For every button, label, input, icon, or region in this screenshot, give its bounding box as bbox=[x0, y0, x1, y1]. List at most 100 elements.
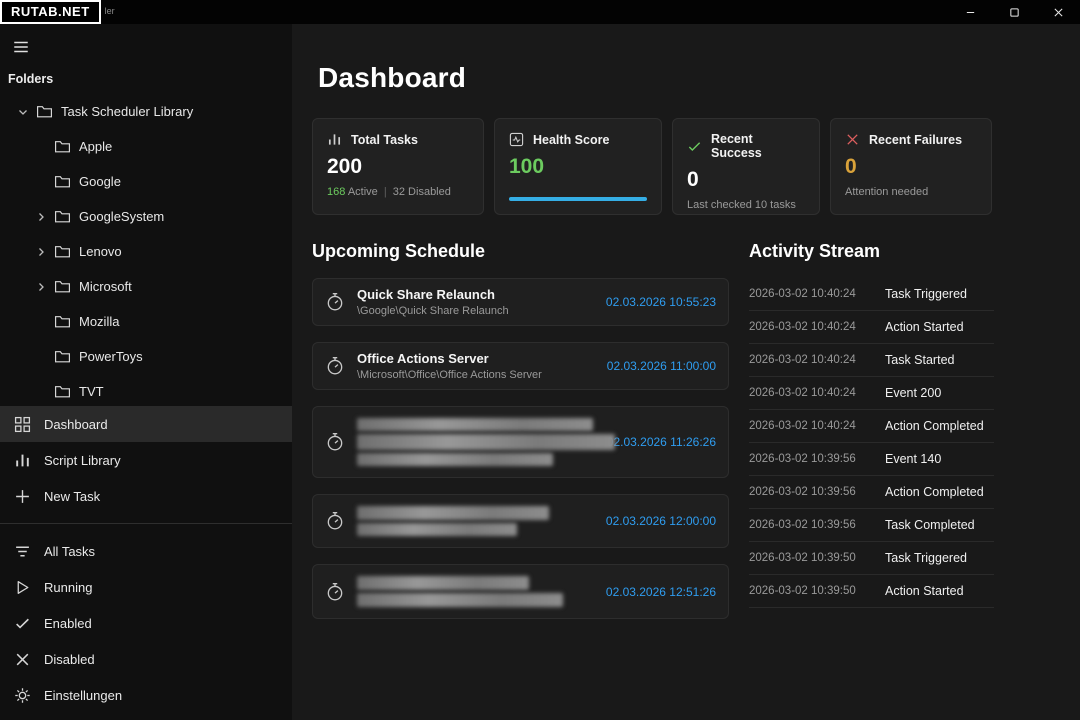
maximize-button[interactable] bbox=[992, 0, 1036, 24]
stat-card-total-tasks[interactable]: Total Tasks 200 168 Active | 32 Disabled bbox=[312, 118, 484, 215]
stat-value: 100 bbox=[509, 155, 647, 179]
sidebar-item-new-task[interactable]: New Task bbox=[0, 478, 292, 514]
tree-item-label: Lenovo bbox=[79, 244, 122, 259]
window-controls bbox=[948, 0, 1080, 24]
schedule-item-redacted[interactable]: 02.03.2026 11:26:26 bbox=[312, 406, 729, 478]
redacted-text-block bbox=[357, 453, 553, 466]
activity-event: Action Started bbox=[885, 584, 964, 598]
tree-item-label: PowerToys bbox=[79, 349, 143, 364]
folder-icon bbox=[54, 278, 71, 295]
sidebar-item-label: Einstellungen bbox=[44, 688, 122, 703]
stat-title: Total Tasks bbox=[351, 133, 418, 147]
tree-item-googlesystem[interactable]: GoogleSystem bbox=[0, 199, 292, 234]
tree-item-tvt[interactable]: TVT bbox=[0, 374, 292, 406]
tree-item-google[interactable]: Google bbox=[0, 164, 292, 199]
activity-row: 2026-03-02 10:39:56 Event 140 bbox=[749, 443, 994, 476]
tree-item-task-scheduler-library[interactable]: Task Scheduler Library bbox=[0, 94, 292, 129]
check-icon bbox=[14, 615, 31, 632]
schedule-time: 02.03.2026 11:00:00 bbox=[607, 359, 716, 373]
activity-event: Task Triggered bbox=[885, 287, 967, 301]
rutab-watermark: RUTAB.NET bbox=[0, 0, 101, 24]
sidebar-item-einstellungen[interactable]: Einstellungen bbox=[0, 677, 292, 713]
chevron-right-icon[interactable] bbox=[34, 280, 48, 294]
activity-timestamp: 2026-03-02 10:40:24 bbox=[749, 354, 885, 366]
upcoming-schedule-heading: Upcoming Schedule bbox=[312, 241, 729, 262]
chevron-down-icon[interactable] bbox=[16, 105, 30, 119]
redacted-text-block bbox=[357, 576, 529, 590]
sidebar-item-disabled[interactable]: Disabled bbox=[0, 641, 292, 677]
stat-subtitle: 168 Active | 32 Disabled bbox=[327, 186, 469, 198]
sidebar-item-label: Script Library bbox=[44, 453, 121, 468]
minimize-icon bbox=[965, 7, 976, 18]
activity-row: 2026-03-02 10:39:56 Action Completed bbox=[749, 476, 994, 509]
gear-icon bbox=[14, 687, 31, 704]
tree-item-label: GoogleSystem bbox=[79, 209, 164, 224]
minimize-button[interactable] bbox=[948, 0, 992, 24]
sidebar-item-label: Disabled bbox=[44, 652, 95, 667]
schedule-task-path: \Microsoft\Office\Office Actions Server bbox=[357, 369, 587, 381]
schedule-item-redacted[interactable]: 02.03.2026 12:51:26 bbox=[312, 564, 729, 619]
upcoming-schedule-section: Upcoming Schedule Quick Share Relaunch \… bbox=[312, 241, 729, 635]
schedule-task-name: Office Actions Server bbox=[357, 351, 587, 366]
hamburger-menu-icon[interactable] bbox=[12, 38, 30, 56]
list-lines-icon bbox=[14, 543, 31, 560]
activity-row: 2026-03-02 10:40:24 Task Triggered bbox=[749, 278, 994, 311]
stat-card-recent-failures[interactable]: Recent Failures 0 Attention needed bbox=[830, 118, 992, 215]
schedule-item-redacted[interactable]: 02.03.2026 12:00:00 bbox=[312, 494, 729, 548]
x-icon bbox=[845, 132, 860, 147]
redacted-text-block bbox=[357, 523, 517, 536]
activity-event: Event 200 bbox=[885, 386, 941, 400]
x-icon bbox=[14, 651, 31, 668]
sidebar-item-running[interactable]: Running bbox=[0, 569, 292, 605]
folder-icon bbox=[54, 348, 71, 365]
stat-value: 0 bbox=[845, 155, 977, 179]
activity-event: Action Started bbox=[885, 320, 964, 334]
schedule-item[interactable]: Quick Share Relaunch \Google\Quick Share… bbox=[312, 278, 729, 326]
schedule-item[interactable]: Office Actions Server \Microsoft\Office\… bbox=[312, 342, 729, 390]
play-icon bbox=[14, 579, 31, 596]
health-icon bbox=[509, 132, 524, 147]
activity-timestamp: 2026-03-02 10:39:56 bbox=[749, 453, 885, 465]
activity-event: Task Started bbox=[885, 353, 954, 367]
plus-icon bbox=[14, 488, 31, 505]
stopwatch-icon bbox=[325, 356, 345, 376]
bar-chart-icon bbox=[327, 132, 342, 147]
folders-heading: Folders bbox=[8, 72, 292, 86]
tree-item-apple[interactable]: Apple bbox=[0, 129, 292, 164]
tree-item-microsoft[interactable]: Microsoft bbox=[0, 269, 292, 304]
sidebar-item-enabled[interactable]: Enabled bbox=[0, 605, 292, 641]
tree-item-mozilla[interactable]: Mozilla bbox=[0, 304, 292, 339]
maximize-icon bbox=[1009, 7, 1020, 18]
schedule-task-name: Quick Share Relaunch bbox=[357, 287, 586, 302]
sidebar-divider bbox=[0, 523, 292, 524]
stopwatch-icon bbox=[325, 511, 345, 531]
stat-title: Recent Failures bbox=[869, 133, 962, 147]
folder-icon bbox=[54, 138, 71, 155]
activity-event: Task Completed bbox=[885, 518, 975, 532]
sidebar: Folders Task Scheduler Library Apple Goo… bbox=[0, 24, 292, 720]
chevron-right-icon[interactable] bbox=[34, 210, 48, 224]
tree-item-label: Apple bbox=[79, 139, 112, 154]
sidebar-item-script-library[interactable]: Script Library bbox=[0, 442, 292, 478]
folder-icon bbox=[54, 383, 71, 400]
chevron-right-icon[interactable] bbox=[34, 245, 48, 259]
stat-card-health-score[interactable]: Health Score 100 bbox=[494, 118, 662, 215]
activity-event: Event 140 bbox=[885, 452, 941, 466]
activity-timestamp: 2026-03-02 10:39:50 bbox=[749, 585, 885, 597]
sidebar-item-all-tasks[interactable]: All Tasks bbox=[0, 533, 292, 569]
folder-icon bbox=[54, 243, 71, 260]
folder-icon bbox=[54, 173, 71, 190]
check-icon bbox=[687, 139, 702, 154]
tree-item-label: Mozilla bbox=[79, 314, 119, 329]
tree-item-lenovo[interactable]: Lenovo bbox=[0, 234, 292, 269]
stat-card-recent-success[interactable]: Recent Success 0 Last checked 10 tasks bbox=[672, 118, 820, 215]
health-progress-bar bbox=[509, 197, 647, 201]
redacted-text-block bbox=[357, 506, 549, 520]
tree-item-powertoys[interactable]: PowerToys bbox=[0, 339, 292, 374]
sidebar-item-label: All Tasks bbox=[44, 544, 95, 559]
close-button[interactable] bbox=[1036, 0, 1080, 24]
activity-row: 2026-03-02 10:40:24 Action Started bbox=[749, 311, 994, 344]
sidebar-item-dashboard[interactable]: Dashboard bbox=[0, 406, 292, 442]
redacted-text-block bbox=[357, 593, 563, 607]
redacted-text-block bbox=[357, 434, 615, 450]
